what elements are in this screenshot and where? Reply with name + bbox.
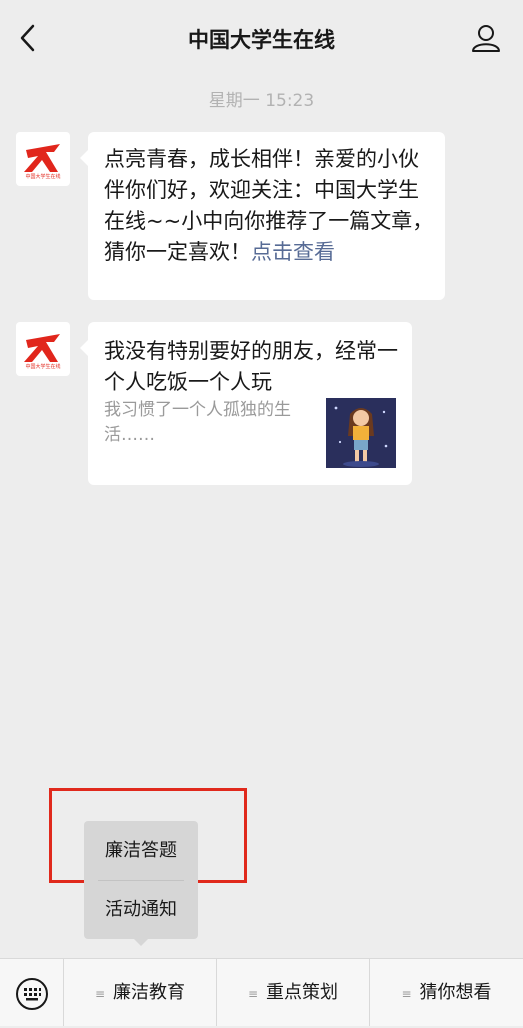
article-thumbnail-image [326, 398, 396, 468]
menu-item-lianjie-jiaoyu[interactable]: ≡ 廉洁教育 [64, 959, 217, 1026]
menu-item-cai-ni-xiang-kan[interactable]: ≡ 猜你想看 [370, 959, 523, 1026]
logo-icon: 中国大学生在线 [24, 144, 61, 180]
logo-icon: 中国大学生在线 [24, 334, 61, 370]
hamburger-icon: ≡ [401, 987, 412, 1001]
menu-item-zhongdian-cehua[interactable]: ≡ 重点策划 [217, 959, 370, 1026]
read-more-link[interactable]: 点击查看 [251, 240, 335, 264]
submenu-item-lianjie-dati[interactable]: 廉洁答题 [84, 822, 198, 880]
svg-text:中国大学生在线: 中国大学生在线 [25, 363, 60, 370]
avatar[interactable]: 中国大学生在线 [16, 322, 70, 376]
page-title: 中国大学生在线 [188, 28, 335, 52]
nav-bar: 中国大学生在线 [0, 0, 523, 76]
article-card[interactable]: 我没有特别要好的朋友，经常一个人吃饭一个人玩 我习惯了一个人孤独的生活…… [80, 322, 412, 485]
hamburger-icon: ≡ [247, 987, 259, 1001]
message-timestamp: 星期一 15:23 [208, 91, 315, 111]
article-description: 我习惯了一个人孤独的生活…… [104, 400, 291, 445]
keyboard-toggle-button[interactable] [0, 959, 64, 1026]
submenu-popup: 廉洁答题 活动通知 [84, 821, 198, 946]
hamburger-icon: ≡ [94, 987, 106, 1001]
bottom-menu-bar: ≡ 廉洁教育 ≡ 重点策划 ≡ 猜你想看 [0, 958, 523, 1026]
article-title: 我没有特别要好的朋友，经常一个人吃饭一个人玩 [104, 339, 398, 394]
keyboard-icon [16, 978, 48, 1010]
svg-text:中国大学生在线: 中国大学生在线 [25, 173, 60, 180]
message-bubble[interactable]: 点亮青春，成长相伴！亲爱的小伙伴你们好，欢迎关注：中国大学生在线~~小中向你推荐… [80, 132, 445, 300]
message-text: 点亮青春，成长相伴！亲爱的小伙伴你们好，欢迎关注：中国大学生在线~~小中向你推荐… [104, 147, 434, 264]
user-profile-icon[interactable] [471, 22, 501, 54]
submenu-item-huodong-tongzhi[interactable]: 活动通知 [84, 881, 198, 939]
avatar[interactable]: 中国大学生在线 [16, 132, 70, 186]
